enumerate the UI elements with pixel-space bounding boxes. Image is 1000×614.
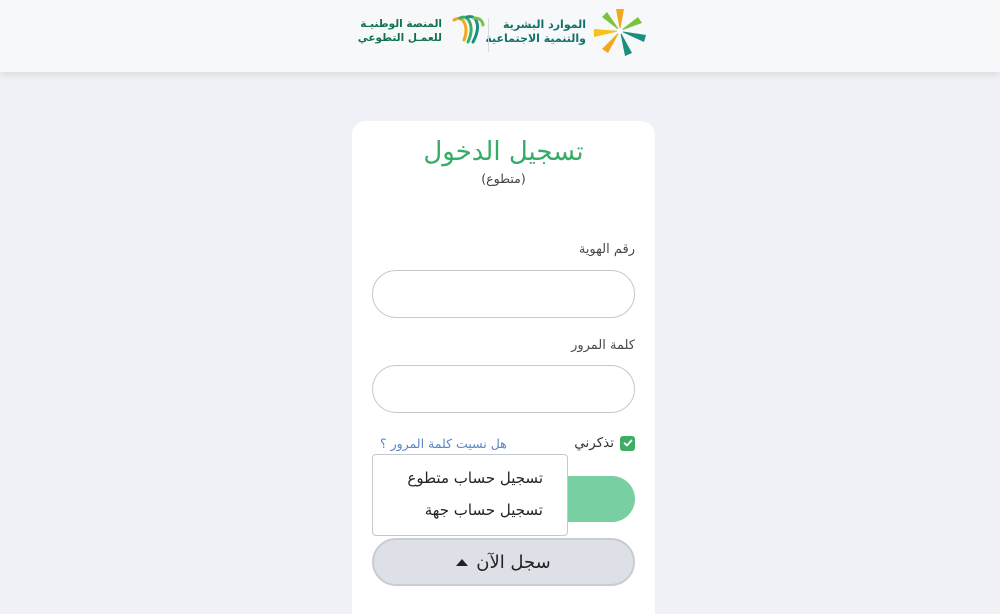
password-input[interactable] <box>372 365 635 413</box>
password-label: كلمة المرور <box>571 338 635 353</box>
remember-label: تذكرني <box>574 435 614 451</box>
register-now-button[interactable]: سجل الآن <box>372 538 635 586</box>
platform-name-line1: المنصة الوطنيـة <box>360 18 442 30</box>
platform-name: المنصة الوطنيـة للعمـل التطوعي <box>358 17 442 45</box>
top-header: الموارد البشرية والتنمية الاجتماعية المن… <box>0 0 1000 72</box>
caret-up-icon <box>456 558 469 566</box>
nvp-logo-icon <box>452 15 485 44</box>
register-dropdown-menu: تسجيل حساب متطوع تسجيل حساب جهة <box>372 454 568 536</box>
account-type-subtitle: (متطوع) <box>481 171 526 186</box>
remember-checkbox[interactable] <box>620 435 635 451</box>
register-now-label: سجل الآن <box>476 551 551 573</box>
platform-logo[interactable]: المنصة الوطنيـة للعمـل التطوعي <box>358 14 486 50</box>
logo-divider <box>488 18 489 52</box>
login-card: تسجيل الدخول (متطوع) رقم الهوية كلمة الم… <box>352 121 655 614</box>
register-volunteer-option[interactable]: تسجيل حساب متطوع <box>407 469 543 487</box>
id-number-input[interactable] <box>372 270 635 318</box>
id-number-label: رقم الهوية <box>578 242 635 257</box>
forgot-password-link[interactable]: هل نسيت كلمة المرور ؟ <box>380 436 507 451</box>
ministry-name-line2: والتنمية الاجتماعية <box>485 32 586 45</box>
check-icon <box>623 439 632 447</box>
platform-name-line2: للعمـل التطوعي <box>357 32 442 44</box>
ministry-name: الموارد البشرية والتنمية الاجتماعية <box>485 18 586 46</box>
register-entity-option[interactable]: تسجيل حساب جهة <box>425 501 543 519</box>
remember-me[interactable]: تذكرني <box>574 435 635 451</box>
page-title: تسجيل الدخول <box>423 137 584 167</box>
ministry-name-line1: الموارد البشرية <box>503 18 586 31</box>
ministry-logo[interactable]: الموارد البشرية والتنمية الاجتماعية <box>485 7 652 57</box>
hrsd-star-icon <box>594 9 646 56</box>
